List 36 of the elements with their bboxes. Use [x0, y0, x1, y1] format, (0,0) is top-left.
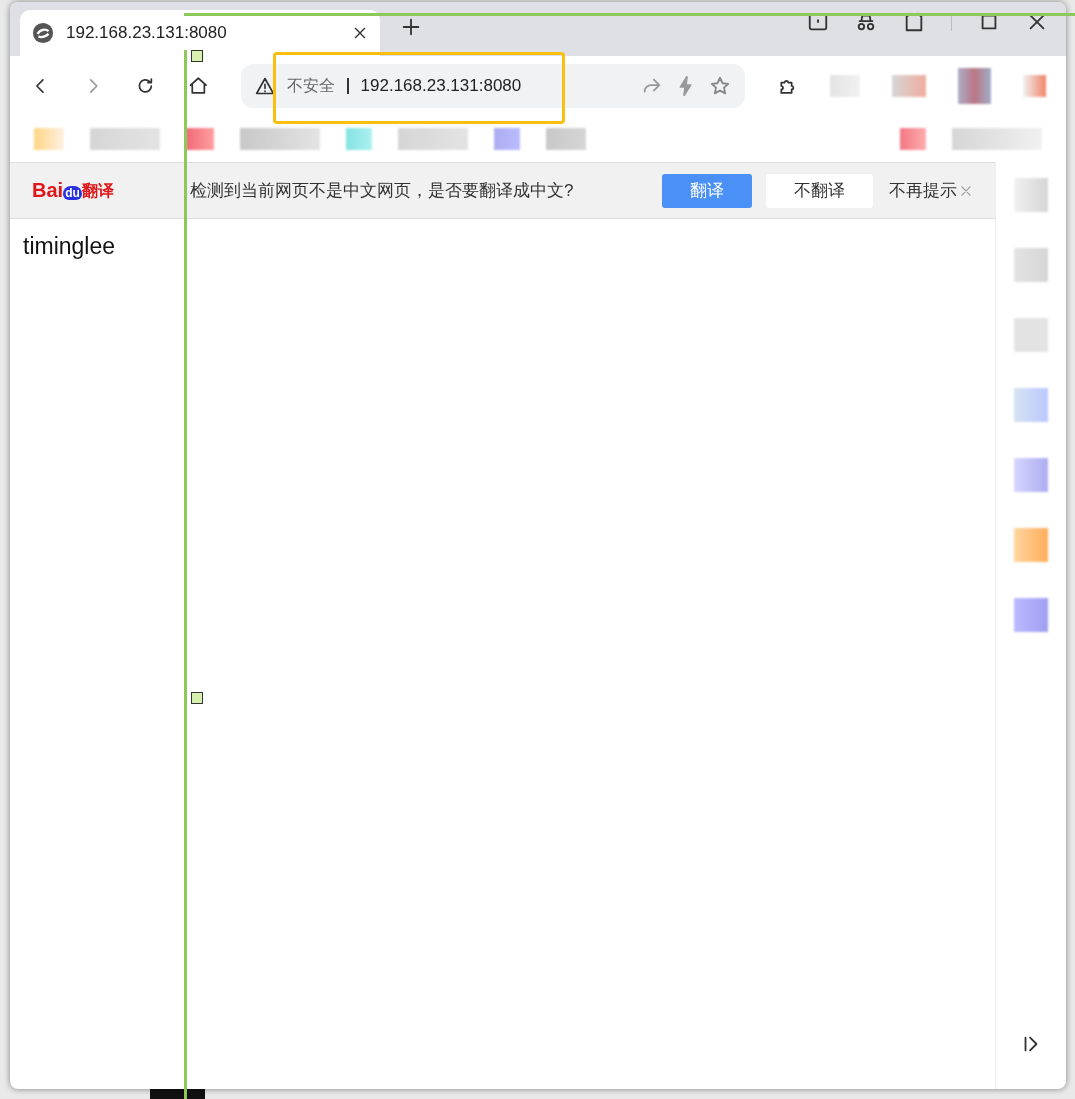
security-label[interactable]: 不安全 [286, 75, 335, 97]
close-icon[interactable] [352, 25, 368, 41]
url-text: 192.168.23.131:8080 [360, 76, 523, 96]
warning-icon[interactable] [254, 76, 275, 96]
guide-handle[interactable] [191, 692, 203, 704]
blurred-icon[interactable] [1014, 178, 1048, 212]
blurred-icon[interactable] [1014, 598, 1048, 632]
blurred-icon[interactable] [1014, 388, 1048, 422]
blurred-icon[interactable] [1014, 528, 1048, 562]
blurred-bookmark[interactable] [900, 128, 926, 150]
blurred-icon[interactable] [957, 68, 992, 104]
blurred-icon[interactable] [1014, 248, 1048, 282]
guide-handle[interactable] [191, 50, 203, 62]
page-text: timinglee [22, 232, 117, 261]
blurred-bookmark[interactable] [546, 128, 586, 150]
new-tab-icon[interactable] [400, 16, 422, 38]
blurred-icon[interactable] [1023, 75, 1046, 97]
address-bar[interactable]: 不安全 192.168.23.131:8080 [240, 64, 746, 108]
browser-logo-icon [32, 22, 54, 44]
blurred-bookmark[interactable] [398, 128, 468, 150]
blurred-icon[interactable] [1014, 458, 1048, 492]
never-prompt-link[interactable]: 不再提示 [887, 173, 959, 208]
blurred-bookmark[interactable] [240, 128, 320, 150]
blurred-bookmark[interactable] [34, 128, 64, 150]
dont-translate-button[interactable]: 不翻译 [766, 173, 873, 208]
tab-title: 192.168.23.131:8080 [66, 23, 228, 43]
blurred-bookmark[interactable] [346, 128, 372, 150]
home-icon[interactable] [187, 75, 209, 97]
blurred-bookmark[interactable] [90, 128, 160, 150]
star-icon[interactable] [709, 75, 732, 97]
blurred-bookmark[interactable] [186, 128, 214, 150]
translate-prompt: 检测到当前网页不是中文网页，是否要翻译成中文? [190, 180, 575, 202]
blurred-icon[interactable] [891, 75, 926, 97]
blurred-bookmark[interactable] [952, 128, 1042, 150]
browser-tab[interactable]: 192.168.23.131:8080 [20, 10, 380, 56]
blurred-bookmark[interactable] [494, 128, 520, 150]
